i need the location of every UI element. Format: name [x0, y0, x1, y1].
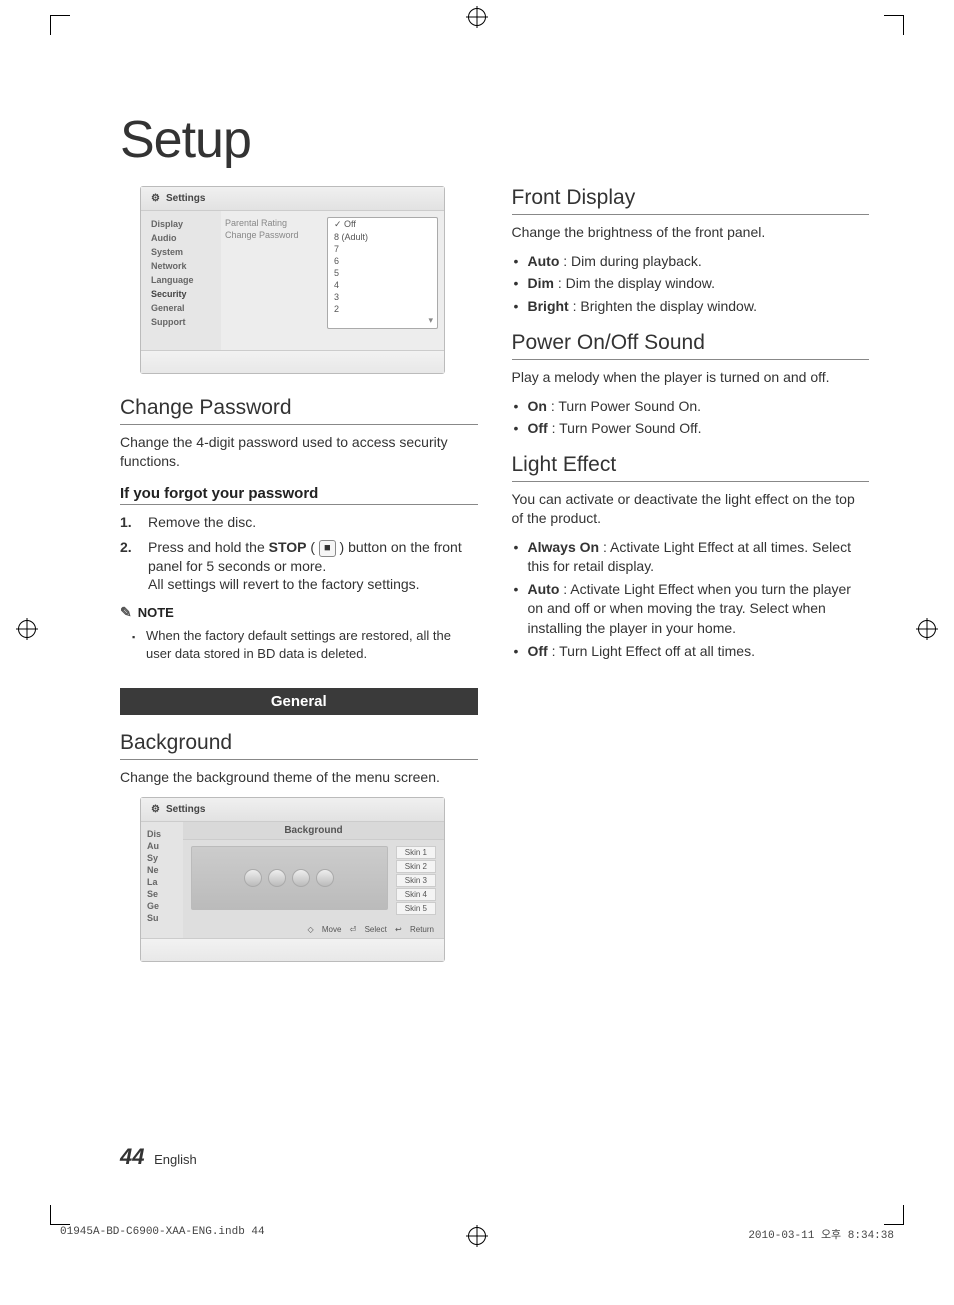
print-timestamp: 2010-03-11 오후 8:34:38 [748, 1226, 894, 1242]
menu-item: General [141, 301, 221, 315]
menu-item: Se [141, 888, 183, 900]
stop-label: STOP [269, 539, 307, 555]
menu-item: Au [141, 840, 183, 852]
stop-icon: ■ [319, 540, 336, 557]
menu-item: System [141, 245, 221, 259]
note-item: When the factory default settings are re… [146, 627, 478, 662]
preview-icon [268, 869, 286, 887]
preview-icon [316, 869, 334, 887]
preview-icon [244, 869, 262, 887]
list-item: On : Turn Power Sound On. [514, 397, 870, 417]
nav-hints: ◇ Move ⏎ Select ↩ Return [183, 921, 444, 938]
option-checked: Off [328, 218, 437, 231]
step-text: Remove the disc. [148, 513, 256, 532]
list-item: Always On : Activate Light Effect at all… [514, 538, 870, 577]
note-label: NOTE [138, 605, 174, 620]
section-front-display: Front Display [512, 186, 870, 215]
note-icon: ✎ [120, 604, 132, 621]
print-footer: 01945A-BD-C6900-XAA-ENG.indb 44 2010-03-… [60, 1226, 894, 1242]
option-item: 3 [328, 291, 437, 303]
list-item: Dim : Dim the display window. [514, 274, 870, 294]
gear-icon: ⚙ [151, 193, 160, 204]
skin-option: Skin 1 [396, 846, 436, 859]
page-number: 44 [120, 1144, 144, 1169]
section-desc: You can activate or deactivate the light… [512, 490, 870, 528]
menu-item: Network [141, 259, 221, 273]
rating-options: Off 8 (Adult) 7 6 5 4 3 2 ▾ [327, 217, 438, 329]
section-light-effect: Light Effect [512, 453, 870, 482]
subheading-forgot-password: If you forgot your password [120, 485, 478, 505]
submenu-item: Parental Rating [225, 217, 317, 229]
menu-item-selected: Security [141, 287, 221, 301]
print-file: 01945A-BD-C6900-XAA-ENG.indb 44 [60, 1226, 265, 1242]
step-text: Press and hold the STOP ( ■ ) button on … [148, 538, 478, 595]
section-bar-general: General [120, 688, 478, 715]
section-desc: Play a melody when the player is turned … [512, 368, 870, 387]
gear-icon: ⚙ [151, 804, 160, 815]
page-footer: 44 English [120, 1144, 197, 1170]
menu-item: Ne [141, 864, 183, 876]
settings-side-menu: Display Audio System Network Language Se… [141, 211, 221, 350]
menu-item: Display [141, 217, 221, 231]
skin-option: Skin 5 [396, 902, 436, 915]
page-title: Setup [120, 110, 869, 170]
menu-item: Language [141, 273, 221, 287]
skin-option: Skin 3 [396, 874, 436, 887]
list-item: Bright : Brighten the display window. [514, 297, 870, 317]
settings-panel-security: ⚙ Settings Display Audio System Network … [140, 186, 445, 374]
section-desc: Change the background theme of the menu … [120, 768, 478, 787]
settings-panel-background: ⚙ Settings Dis Au Sy Ne La Se Ge Su [140, 797, 445, 962]
skin-list: Skin 1 Skin 2 Skin 3 Skin 4 Skin 5 [396, 846, 436, 915]
step-item: 2. Press and hold the STOP ( ■ ) button … [120, 538, 478, 595]
option-item: 8 (Adult) [328, 231, 437, 243]
settings-submenu: Parental Rating Change Password [221, 211, 321, 350]
panel-title: Settings [166, 804, 205, 815]
skin-option: Skin 2 [396, 860, 436, 873]
menu-item: Ge [141, 900, 183, 912]
submenu-item: Change Password [225, 229, 317, 241]
menu-item: Sy [141, 852, 183, 864]
settings-side-menu: Dis Au Sy Ne La Se Ge Su [141, 822, 183, 938]
list-item: Auto : Activate Light Effect when you tu… [514, 580, 870, 639]
background-preview [191, 846, 388, 910]
menu-item: Su [141, 912, 183, 924]
menu-item: Dis [141, 828, 183, 840]
option-item: 7 [328, 243, 437, 255]
step-item: 1. Remove the disc. [120, 513, 478, 532]
menu-item: La [141, 876, 183, 888]
panel-title: Settings [166, 193, 205, 204]
list-item: Auto : Dim during playback. [514, 252, 870, 272]
option-item: 5 [328, 267, 437, 279]
menu-item: Support [141, 315, 221, 329]
option-item: 4 [328, 279, 437, 291]
scroll-down-icon: ▾ [328, 315, 437, 328]
list-item: Off : Turn Power Sound Off. [514, 419, 870, 439]
section-desc: Change the brightness of the front panel… [512, 223, 870, 242]
skin-option: Skin 4 [396, 888, 436, 901]
note-heading: ✎ NOTE [120, 604, 478, 621]
list-item: Off : Turn Light Effect off at all times… [514, 642, 870, 662]
option-item: 2 [328, 303, 437, 315]
section-desc: Change the 4-digit password used to acce… [120, 433, 478, 471]
section-power-sound: Power On/Off Sound [512, 331, 870, 360]
page-language: English [154, 1152, 197, 1167]
background-popup-title: Background [183, 822, 444, 840]
menu-item: Audio [141, 231, 221, 245]
section-change-password: Change Password [120, 396, 478, 425]
section-background: Background [120, 731, 478, 760]
option-item: 6 [328, 255, 437, 267]
preview-icon [292, 869, 310, 887]
